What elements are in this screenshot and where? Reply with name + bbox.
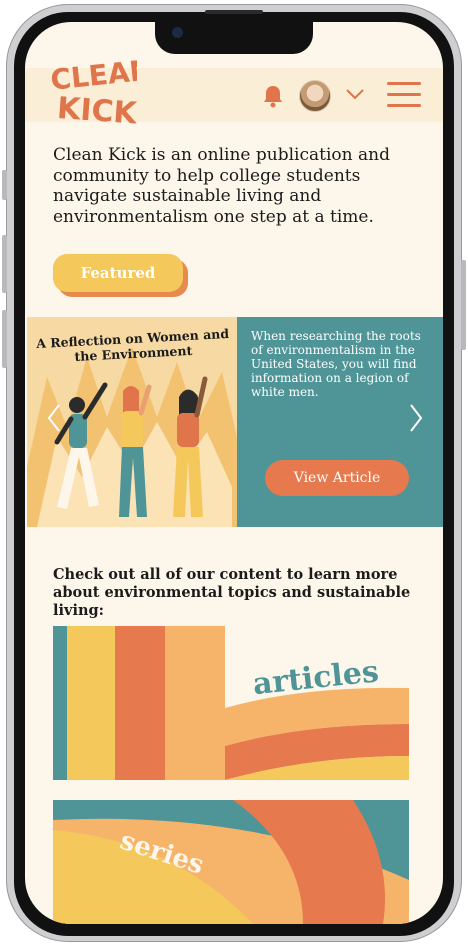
featured-carousel: A Reflection on Women and the Environmen… bbox=[27, 317, 443, 527]
content-prompt-text: Check out all of our content to learn mo… bbox=[53, 566, 411, 619]
chevron-right-icon[interactable] bbox=[409, 403, 423, 433]
phone-speaker bbox=[205, 10, 263, 14]
clean-kick-logo[interactable]: CLEAN KICK bbox=[47, 52, 137, 128]
app-screen: CLEAN KICK Clean Kick is an online publi… bbox=[25, 22, 443, 924]
view-article-button[interactable]: View Article bbox=[265, 460, 409, 496]
series-card[interactable]: series bbox=[53, 800, 409, 924]
logo-lettering-2: KICK bbox=[56, 91, 137, 128]
articles-artwork: articles bbox=[53, 626, 409, 780]
hamburger-menu-icon[interactable] bbox=[387, 82, 421, 108]
articles-card[interactable]: articles bbox=[53, 626, 409, 780]
mute-switch bbox=[2, 170, 7, 200]
chevron-down-icon[interactable] bbox=[345, 88, 365, 100]
logo-lettering: CLEAN bbox=[49, 53, 137, 97]
carousel-description: When researching the roots of environmen… bbox=[251, 329, 421, 399]
featured-button[interactable]: Featured bbox=[53, 254, 183, 292]
volume-up-button bbox=[2, 235, 7, 293]
series-artwork: series bbox=[53, 800, 409, 924]
intro-text: Clean Kick is an online publication and … bbox=[53, 145, 390, 227]
front-camera bbox=[172, 27, 183, 38]
volume-down-button bbox=[2, 310, 7, 368]
power-button bbox=[461, 260, 466, 350]
bell-icon[interactable] bbox=[262, 84, 284, 108]
user-avatar[interactable] bbox=[299, 80, 331, 112]
chevron-left-icon[interactable] bbox=[47, 403, 61, 433]
